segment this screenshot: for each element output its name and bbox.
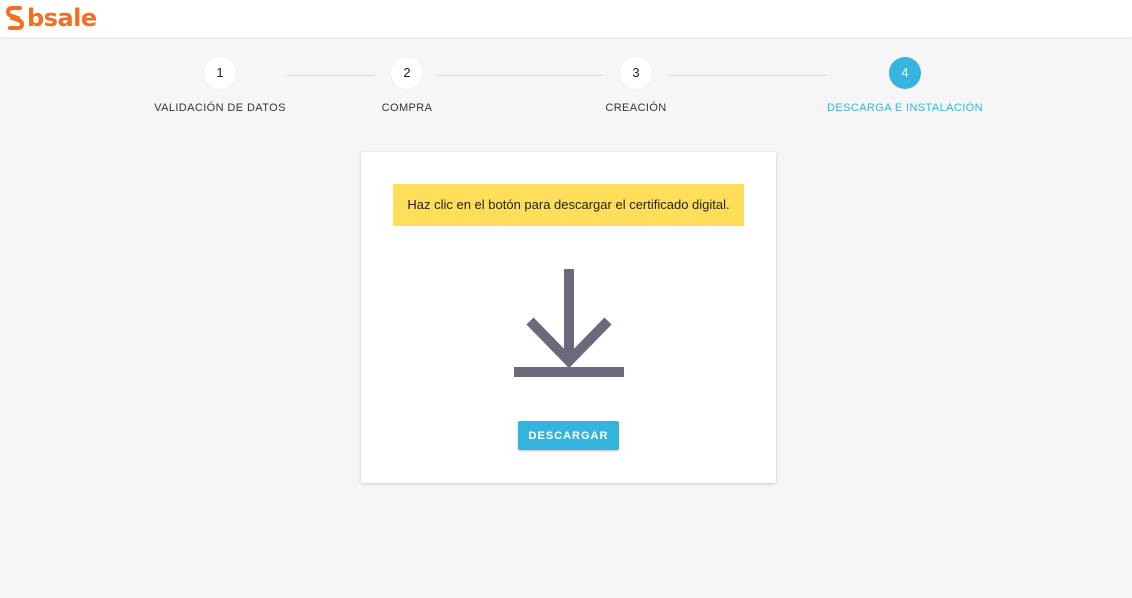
step-4-circle: 4: [889, 57, 921, 89]
step-2-circle: 2: [391, 57, 423, 89]
step-connector: [287, 75, 375, 76]
download-button[interactable]: DESCARGAR: [518, 421, 619, 450]
instruction-notice: Haz clic en el botón para descargar el c…: [393, 184, 744, 226]
download-card: Haz clic en el botón para descargar el c…: [361, 152, 776, 483]
stepper: 1 VALIDACIÓN DE DATOS 2 COMPRA 3 CREACIÓ…: [0, 0, 1132, 130]
step-3-circle: 3: [620, 57, 652, 89]
step-1-circle: 1: [204, 57, 236, 89]
step-connector: [669, 75, 826, 76]
step-4-label: DESCARGA E INSTALACIÓN: [827, 102, 983, 114]
step-2-label: COMPRA: [381, 102, 433, 114]
step-connector: [437, 75, 602, 76]
step-1-label: VALIDACIÓN DE DATOS: [154, 102, 286, 114]
download-icon: [514, 269, 624, 377]
step-3-label: CREACIÓN: [605, 102, 667, 114]
